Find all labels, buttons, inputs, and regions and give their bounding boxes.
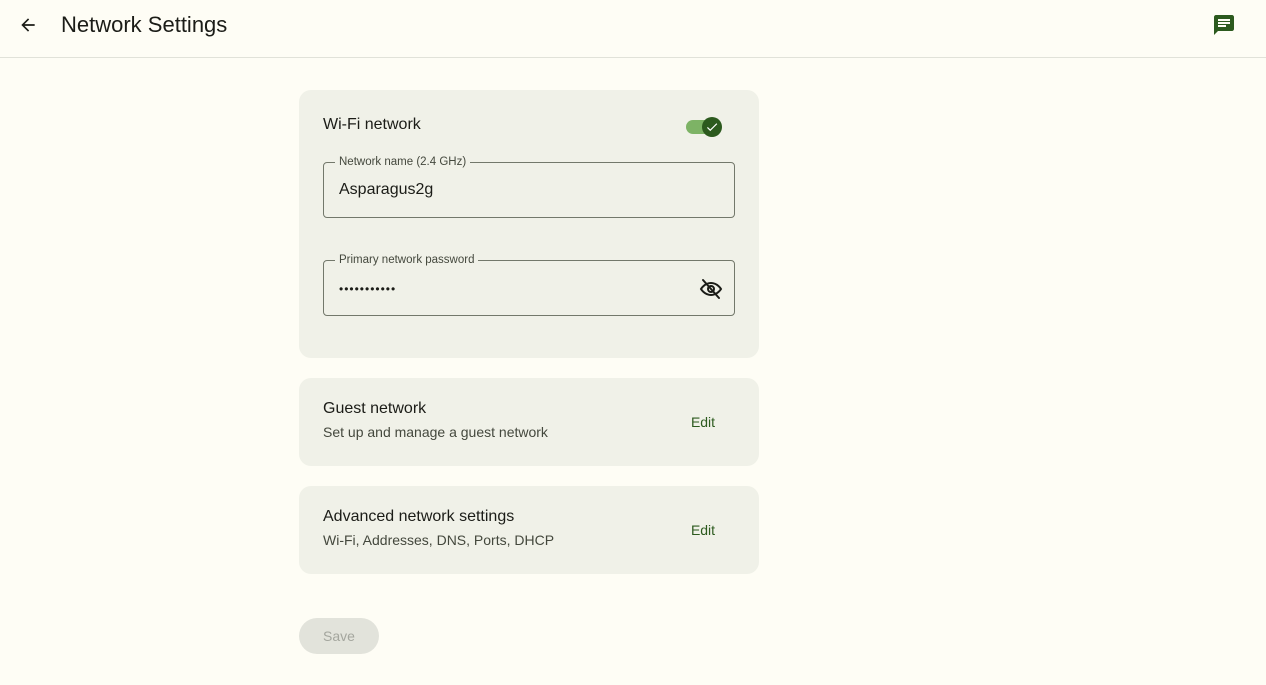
advanced-network-settings-card[interactable]: Advanced network settings Wi-Fi, Address… <box>299 486 759 574</box>
password-label: Primary network password <box>335 253 479 267</box>
feedback-message-icon <box>1214 15 1234 35</box>
guest-network-subtitle: Set up and manage a guest network <box>323 424 548 440</box>
guest-network-edit-button[interactable]: Edit <box>679 408 727 436</box>
password-input[interactable]: ••••••••••• <box>339 279 679 299</box>
wifi-toggle[interactable] <box>686 116 724 138</box>
advanced-settings-subtitle: Wi-Fi, Addresses, DNS, Ports, DHCP <box>323 532 555 548</box>
save-button[interactable]: Save <box>299 618 379 654</box>
wifi-network-card: Wi-Fi network Network name (2.4 GHz) Pri… <box>299 90 759 358</box>
network-name-input[interactable] <box>339 180 679 200</box>
password-field[interactable]: Primary network password ••••••••••• <box>323 253 735 316</box>
guest-network-title: Guest network <box>323 400 427 417</box>
eye-off-icon <box>699 279 723 299</box>
feedback-button[interactable] <box>1210 12 1238 38</box>
back-button[interactable] <box>14 11 42 39</box>
toggle-thumb <box>702 117 722 137</box>
network-name-field[interactable]: Network name (2.4 GHz) <box>323 155 735 218</box>
guest-network-card[interactable]: Guest network Set up and manage a guest … <box>299 378 759 466</box>
advanced-settings-edit-button[interactable]: Edit <box>679 516 727 544</box>
toggle-password-visibility-button[interactable] <box>698 277 724 301</box>
top-app-bar: Network Settings <box>0 0 1266 58</box>
advanced-settings-title: Advanced network settings <box>323 508 515 525</box>
wifi-network-title: Wi-Fi network <box>323 116 421 133</box>
network-name-label: Network name (2.4 GHz) <box>335 155 471 169</box>
arrow-left-icon <box>21 18 35 32</box>
page-title: Network Settings <box>61 12 228 37</box>
check-icon <box>706 123 718 132</box>
